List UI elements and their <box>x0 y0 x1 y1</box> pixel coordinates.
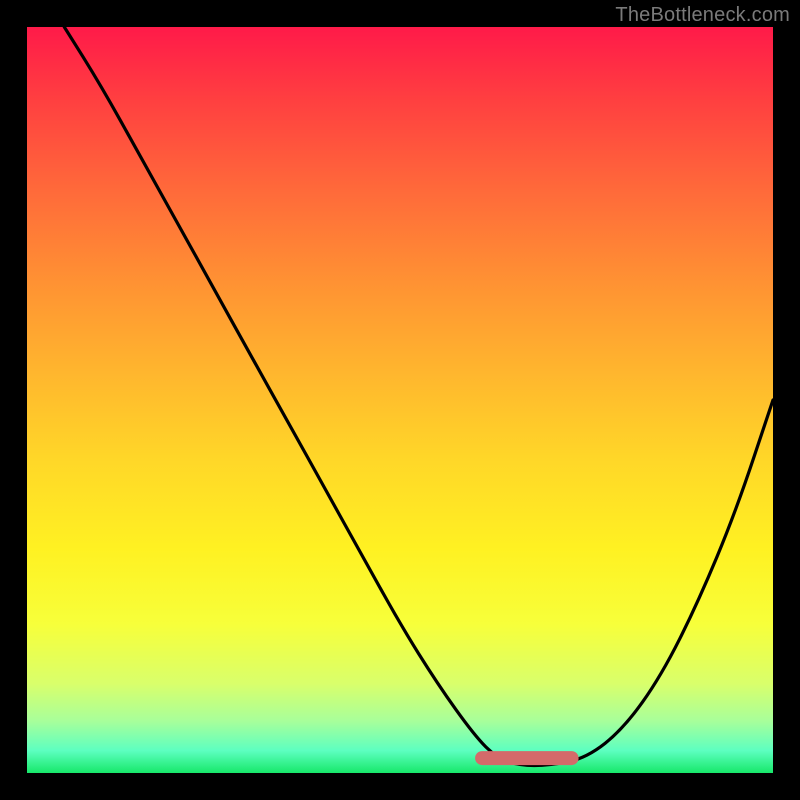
bottleneck-curve-path <box>64 27 773 766</box>
attribution-text: TheBottleneck.com <box>615 4 790 27</box>
chart-svg <box>27 27 773 773</box>
chart-frame: TheBottleneck.com <box>0 0 800 800</box>
chart-plot-area <box>27 27 773 773</box>
